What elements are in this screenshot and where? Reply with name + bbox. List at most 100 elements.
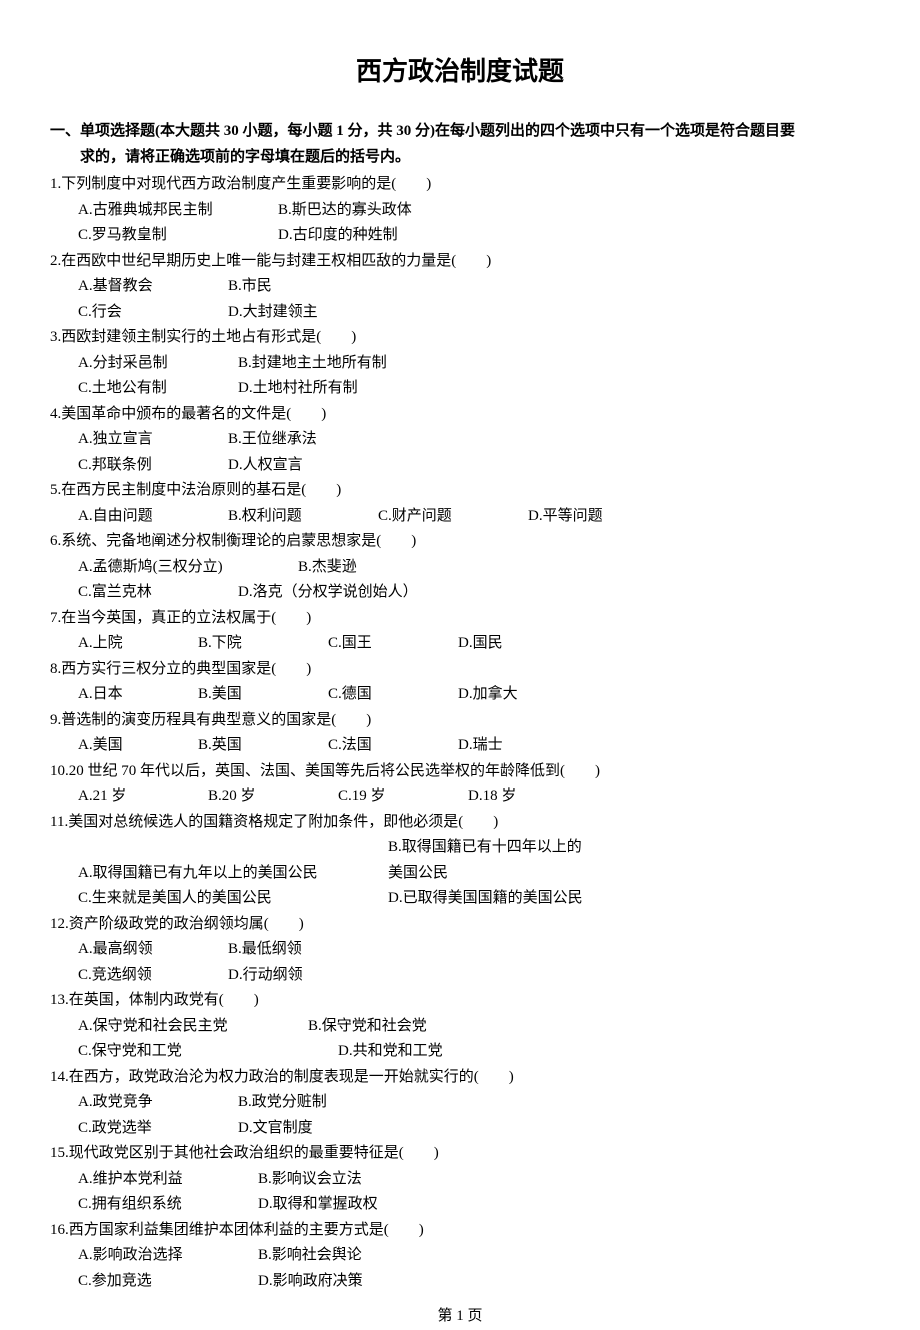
question-options: A.维护本党利益B.影响议会立法 C.拥有组织系统D.取得和掌握政权 [50, 1167, 870, 1218]
option-a: A.独立宣言 [78, 427, 228, 453]
question-5: 5.在西方民主制度中法治原则的基石是( ) A.自由问题B.权利问题C.财产问题… [50, 478, 870, 529]
option-a: A.美国 [78, 733, 198, 759]
question-12: 12.资产阶级政党的政治纲领均属( ) A.最高纲领B.最低纲领 C.竞选纲领D… [50, 912, 870, 989]
question-text: 10.20 世纪 70 年代以后，英国、法国、美国等先后将公民选举权的年龄降低到… [50, 759, 870, 785]
option-c: C.生来就是美国人的美国公民 [78, 886, 388, 912]
question-text: 13.在英国，体制内政党有( ) [50, 988, 870, 1014]
option-a: A.政党竞争 [78, 1090, 238, 1116]
option-d: D.人权宣言 [228, 453, 428, 479]
option-a: A.上院 [78, 631, 198, 657]
option-c: C.参加竞选 [78, 1269, 258, 1295]
section-header: 一、单项选择题(本大题共 30 小题，每小题 1 分，共 30 分)在每小题列出… [50, 119, 870, 170]
question-text: 4.美国革命中颁布的最著名的文件是( ) [50, 402, 870, 428]
option-d: D.影响政府决策 [258, 1269, 458, 1295]
document-title: 西方政治制度试题 [50, 50, 870, 94]
question-options: A.保守党和社会民主党B.保守党和社会党 C.保守党和工党D.共和党和工党 [50, 1014, 870, 1065]
question-15: 15.现代政党区别于其他社会政治组织的最重要特征是( ) A.维护本党利益B.影… [50, 1141, 870, 1218]
option-c: C.法国 [328, 733, 458, 759]
question-8: 8.西方实行三权分立的典型国家是( ) A.日本B.美国C.德国D.加拿大 [50, 657, 870, 708]
option-d: D.古印度的种姓制 [278, 223, 478, 249]
option-a: A.古雅典城邦民主制 [78, 198, 278, 224]
option-d: D.文官制度 [238, 1116, 438, 1142]
option-b: B.政党分赃制 [238, 1090, 438, 1116]
section-header-line1: 一、单项选择题(本大题共 30 小题，每小题 1 分，共 30 分)在每小题列出… [50, 123, 795, 139]
question-options: A.最高纲领B.最低纲领 C.竞选纲领D.行动纲领 [50, 937, 870, 988]
question-text: 1.下列制度中对现代西方政治制度产生重要影响的是( ) [50, 172, 870, 198]
option-a: A.维护本党利益 [78, 1167, 258, 1193]
option-d: D.加拿大 [458, 682, 608, 708]
option-a: A.最高纲领 [78, 937, 228, 963]
option-d: D.已取得美国国籍的美国公民 [388, 886, 588, 912]
question-options: A.独立宣言B.王位继承法 C.邦联条例D.人权宣言 [50, 427, 870, 478]
option-b: B.下院 [198, 631, 328, 657]
question-9: 9.普选制的演变历程具有典型意义的国家是( ) A.美国B.英国C.法国D.瑞士 [50, 708, 870, 759]
question-text: 6.系统、完备地阐述分权制衡理论的启蒙思想家是( ) [50, 529, 870, 555]
option-b: B.权利问题 [228, 504, 378, 530]
question-options: A.分封采邑制B.封建地主土地所有制 C.土地公有制D.土地村社所有制 [50, 351, 870, 402]
option-c: C.保守党和工党 [78, 1039, 338, 1065]
question-text: 2.在西欧中世纪早期历史上唯一能与封建王权相匹敌的力量是( ) [50, 249, 870, 275]
question-options: A.取得国籍已有九年以上的美国公民B.取得国籍已有十四年以上的美国公民 C.生来… [50, 835, 870, 912]
question-7: 7.在当今英国，真正的立法权属于( ) A.上院B.下院C.国王D.国民 [50, 606, 870, 657]
option-d: D.国民 [458, 631, 608, 657]
question-text: 9.普选制的演变历程具有典型意义的国家是( ) [50, 708, 870, 734]
option-c: C.行会 [78, 300, 228, 326]
option-c: C.竞选纲领 [78, 963, 228, 989]
option-c: C.富兰克林 [78, 580, 238, 606]
option-b: B.20 岁 [208, 784, 338, 810]
question-text: 5.在西方民主制度中法治原则的基石是( ) [50, 478, 870, 504]
question-options: A.日本B.美国C.德国D.加拿大 [50, 682, 870, 708]
question-14: 14.在西方，政党政治沦为权力政治的制度表现是一开始就实行的( ) A.政党竞争… [50, 1065, 870, 1142]
option-d: D.取得和掌握政权 [258, 1192, 458, 1218]
option-a: A.基督教会 [78, 274, 228, 300]
question-text: 11.美国对总统候选人的国籍资格规定了附加条件，即他必须是( ) [50, 810, 870, 836]
question-options: A.美国B.英国C.法国D.瑞士 [50, 733, 870, 759]
option-d: D.洛克（分权学说创始人） [238, 580, 438, 606]
option-b: B.封建地主土地所有制 [238, 351, 438, 377]
option-c: C.邦联条例 [78, 453, 228, 479]
question-6: 6.系统、完备地阐述分权制衡理论的启蒙思想家是( ) A.孟德斯鸠(三权分立)B… [50, 529, 870, 606]
option-b: B.杰斐逊 [298, 555, 498, 581]
page-number: 第 1 页 [50, 1304, 870, 1330]
option-d: D.18 岁 [468, 784, 618, 810]
question-options: A.政党竞争B.政党分赃制 C.政党选举D.文官制度 [50, 1090, 870, 1141]
question-13: 13.在英国，体制内政党有( ) A.保守党和社会民主党B.保守党和社会党 C.… [50, 988, 870, 1065]
option-a: A.保守党和社会民主党 [78, 1014, 308, 1040]
question-1: 1.下列制度中对现代西方政治制度产生重要影响的是( ) A.古雅典城邦民主制B.… [50, 172, 870, 249]
option-c: C.罗马教皇制 [78, 223, 278, 249]
option-b: B.市民 [228, 274, 428, 300]
option-c: C.土地公有制 [78, 376, 238, 402]
option-c: C.19 岁 [338, 784, 468, 810]
question-options: A.上院B.下院C.国王D.国民 [50, 631, 870, 657]
option-b: B.取得国籍已有十四年以上的美国公民 [388, 835, 588, 886]
option-c: C.拥有组织系统 [78, 1192, 258, 1218]
option-a: A.21 岁 [78, 784, 208, 810]
question-options: A.孟德斯鸠(三权分立)B.杰斐逊 C.富兰克林D.洛克（分权学说创始人） [50, 555, 870, 606]
question-options: A.影响政治选择B.影响社会舆论 C.参加竞选D.影响政府决策 [50, 1243, 870, 1294]
option-a: A.自由问题 [78, 504, 228, 530]
option-b: B.王位继承法 [228, 427, 428, 453]
question-text: 8.西方实行三权分立的典型国家是( ) [50, 657, 870, 683]
section-header-line2: 求的，请将正确选项前的字母填在题后的括号内。 [50, 145, 870, 171]
question-options: A.古雅典城邦民主制B.斯巴达的寡头政体 C.罗马教皇制D.古印度的种姓制 [50, 198, 870, 249]
option-a: A.日本 [78, 682, 198, 708]
option-b: B.美国 [198, 682, 328, 708]
option-b: B.保守党和社会党 [308, 1014, 508, 1040]
question-text: 7.在当今英国，真正的立法权属于( ) [50, 606, 870, 632]
question-text: 15.现代政党区别于其他社会政治组织的最重要特征是( ) [50, 1141, 870, 1167]
question-10: 10.20 世纪 70 年代以后，英国、法国、美国等先后将公民选举权的年龄降低到… [50, 759, 870, 810]
question-4: 4.美国革命中颁布的最著名的文件是( ) A.独立宣言B.王位继承法 C.邦联条… [50, 402, 870, 479]
option-c: C.财产问题 [378, 504, 528, 530]
option-a: A.影响政治选择 [78, 1243, 258, 1269]
option-d: D.瑞士 [458, 733, 608, 759]
question-3: 3.西欧封建领主制实行的土地占有形式是( ) A.分封采邑制B.封建地主土地所有… [50, 325, 870, 402]
question-text: 14.在西方，政党政治沦为权力政治的制度表现是一开始就实行的( ) [50, 1065, 870, 1091]
option-d: D.行动纲领 [228, 963, 428, 989]
option-a: A.孟德斯鸠(三权分立) [78, 555, 298, 581]
option-c: C.政党选举 [78, 1116, 238, 1142]
option-b: B.影响社会舆论 [258, 1243, 458, 1269]
option-d: D.大封建领主 [228, 300, 428, 326]
option-c: C.国王 [328, 631, 458, 657]
question-options: A.基督教会B.市民 C.行会D.大封建领主 [50, 274, 870, 325]
option-b: B.英国 [198, 733, 328, 759]
